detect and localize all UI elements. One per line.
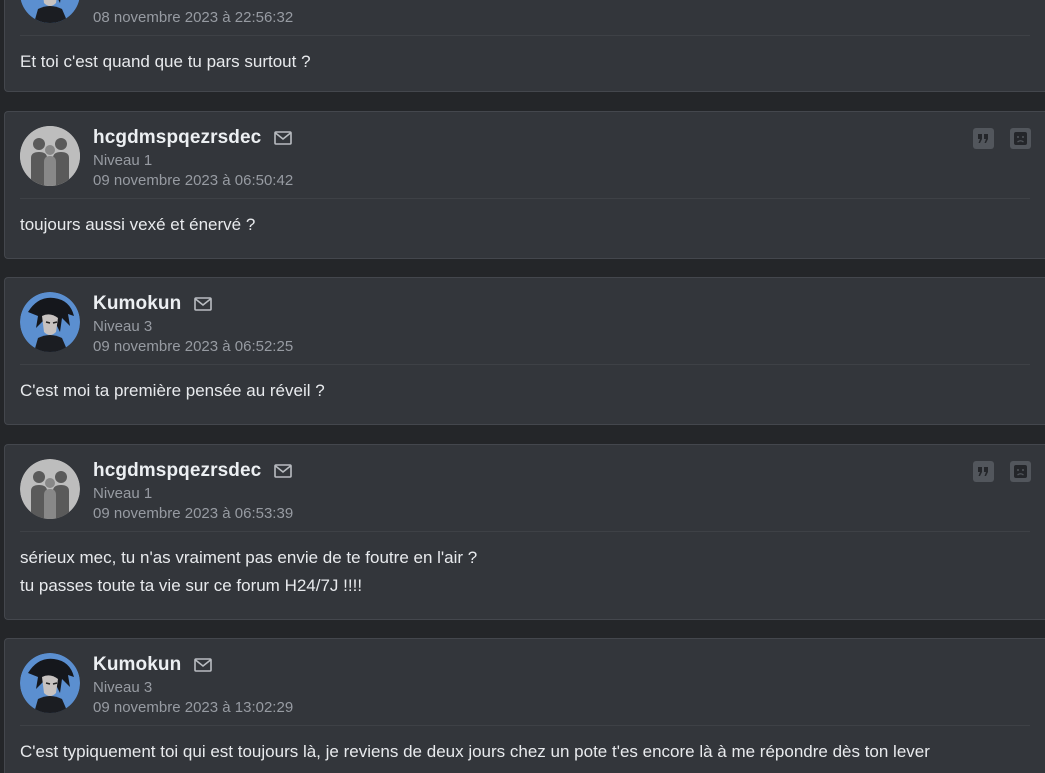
author-level: Niveau 1: [93, 485, 153, 502]
author-line: hcgdmspqezrsdec: [93, 126, 293, 150]
post-text-line: C'est typiquement toi qui est toujours l…: [20, 742, 930, 761]
kumokun-avatar[interactable]: [20, 292, 80, 352]
forum-post: hcgdmspqezrsdec Niveau 1 09 novembre 202…: [4, 444, 1045, 620]
post-header: Kumokun Niveau 3 09 novembre 2023 à 13:0…: [5, 639, 1045, 725]
quote-icon[interactable]: [973, 461, 994, 482]
forum-thread: 08 novembre 2023 à 22:56:32 Et toi c'est…: [0, 0, 1045, 773]
author-name[interactable]: Kumokun: [93, 293, 181, 315]
post-header: hcgdmspqezrsdec Niveau 1 09 novembre 202…: [5, 112, 1045, 198]
author-level: Niveau 3: [93, 679, 153, 696]
default-silhouettes-avatar[interactable]: [20, 126, 80, 186]
post-body: sérieux mec, tu n'as vraiment pas envie …: [5, 532, 1045, 600]
author-name[interactable]: Kumokun: [93, 654, 181, 676]
post-text-line: sérieux mec, tu n'as vraiment pas envie …: [20, 548, 478, 567]
post-date: 09 novembre 2023 à 13:02:29: [93, 699, 294, 716]
post-actions: [973, 128, 1031, 149]
post-body: Et toi c'est quand que tu pars surtout ?: [5, 36, 1045, 76]
sad-face-icon[interactable]: [1010, 128, 1031, 149]
post-date: 09 novembre 2023 à 06:53:39: [93, 505, 294, 522]
sad-face-icon[interactable]: [1010, 461, 1031, 482]
post-date: 09 novembre 2023 à 06:50:42: [93, 172, 294, 189]
post-text-line: toujours aussi vexé et énervé ?: [20, 215, 256, 234]
post-header: Kumokun Niveau 3 09 novembre 2023 à 06:5…: [5, 278, 1045, 364]
post-text-line: Et toi c'est quand que tu pars surtout ?: [20, 52, 311, 71]
author-line: Kumokun: [93, 653, 213, 677]
kumokun-avatar[interactable]: [20, 0, 80, 23]
post-actions: [973, 461, 1031, 482]
forum-post: 08 novembre 2023 à 22:56:32 Et toi c'est…: [4, 0, 1045, 92]
post-header: hcgdmspqezrsdec Niveau 1 09 novembre 202…: [5, 445, 1045, 531]
post-date: 09 novembre 2023 à 06:52:25: [93, 338, 294, 355]
default-silhouettes-avatar[interactable]: [20, 459, 80, 519]
post-body: C'est typiquement toi qui est toujours l…: [5, 726, 1045, 766]
author-level: Niveau 1: [93, 152, 153, 169]
envelope-icon[interactable]: [194, 658, 213, 672]
post-text-line: C'est moi ta première pensée au réveil ?: [20, 381, 325, 400]
post-text-line: tu passes toute ta vie sur ce forum H24/…: [20, 576, 363, 595]
post-date: 08 novembre 2023 à 22:56:32: [93, 9, 294, 26]
post-header: 08 novembre 2023 à 22:56:32: [5, 0, 1045, 35]
post-body: toujours aussi vexé et énervé ?: [5, 199, 1045, 239]
envelope-icon[interactable]: [274, 131, 293, 145]
author-line: Kumokun: [93, 292, 213, 316]
forum-post: Kumokun Niveau 3 09 novembre 2023 à 06:5…: [4, 277, 1045, 425]
author-name[interactable]: hcgdmspqezrsdec: [93, 460, 261, 482]
post-body: C'est moi ta première pensée au réveil ?: [5, 365, 1045, 405]
envelope-icon[interactable]: [274, 464, 293, 478]
author-line: hcgdmspqezrsdec: [93, 459, 293, 483]
forum-post: Kumokun Niveau 3 09 novembre 2023 à 13:0…: [4, 638, 1045, 773]
author-name[interactable]: hcgdmspqezrsdec: [93, 127, 261, 149]
forum-post: hcgdmspqezrsdec Niveau 1 09 novembre 202…: [4, 111, 1045, 259]
envelope-icon[interactable]: [194, 297, 213, 311]
kumokun-avatar[interactable]: [20, 653, 80, 713]
quote-icon[interactable]: [973, 128, 994, 149]
author-level: Niveau 3: [93, 318, 153, 335]
